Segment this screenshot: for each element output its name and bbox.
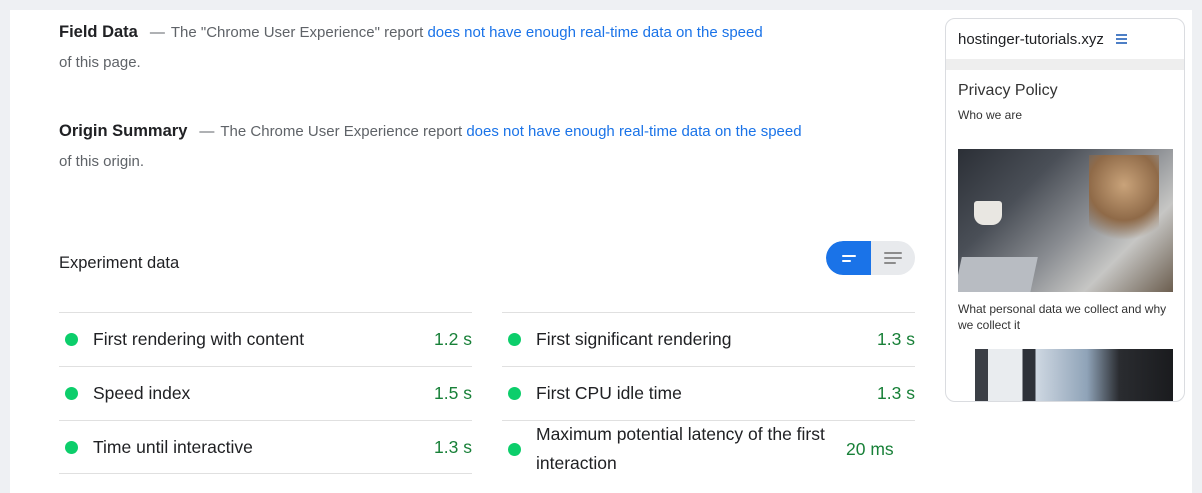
preview-header-band	[946, 59, 1184, 70]
origin-summary-section: Origin Summary — The Chrome User Experienc…	[59, 116, 859, 177]
view-toggle	[826, 241, 915, 275]
page: Field Data — The "Chrome User Experience" …	[0, 0, 1202, 493]
origin-summary-text: The Chrome User Experience report	[220, 123, 463, 140]
metric-value: 1.3 s	[434, 436, 472, 457]
pass-indicator-icon	[65, 333, 78, 346]
origin-summary-link[interactable]: does not have enough real-time data on t…	[466, 123, 801, 140]
metric-row[interactable]: Speed index 1.5 s	[59, 366, 472, 420]
metric-value: 1.2 s	[434, 329, 472, 349]
metric-row[interactable]: First significant rendering 1.3 s	[502, 312, 915, 366]
metric-label: Speed index	[93, 383, 191, 403]
metric-label: Time until interactive	[93, 436, 253, 457]
metric-value: 1.5 s	[434, 383, 472, 403]
preview-photo-office-screens	[958, 349, 1173, 401]
pass-indicator-icon	[65, 387, 78, 400]
pass-indicator-icon	[508, 442, 521, 456]
field-data-dash: —	[149, 24, 165, 41]
list-view-icon	[883, 252, 902, 264]
metric-label: First CPU idle time	[536, 383, 682, 403]
experiment-data-title: Experiment data	[59, 254, 180, 272]
field-data-link[interactable]: does not have enough real-time data on t…	[427, 24, 762, 41]
preview-site-name: hostinger-tutorials.xyz	[958, 30, 1104, 48]
metric-row[interactable]: First rendering with content 1.2 s	[59, 312, 472, 366]
summary-view-icon	[841, 254, 856, 262]
metric-row[interactable]: Time until interactive 1.3 s	[59, 420, 472, 474]
metric-value: 20 ms	[846, 438, 894, 459]
mobile-preview: hostinger-tutorials.xyz Privacy Policy W…	[945, 18, 1185, 402]
pass-indicator-icon	[508, 387, 521, 400]
hamburger-menu-icon	[1115, 34, 1127, 44]
pass-indicator-icon	[508, 333, 521, 346]
preview-header: hostinger-tutorials.xyz	[946, 19, 1184, 59]
field-data-text-after: of this page.	[59, 54, 141, 71]
origin-summary-text-after: of this origin.	[59, 153, 145, 170]
preview-paragraph: What personal data we collect and why we…	[958, 302, 1167, 332]
field-data-section: Field Data — The "Chrome User Experience" …	[59, 17, 859, 78]
metric-value: 1.3 s	[877, 329, 915, 349]
metrics-right-column: First significant rendering 1.3 s First …	[502, 312, 915, 477]
preview-photo-people-laptops	[958, 149, 1173, 292]
preview-page-title: Privacy Policy	[958, 82, 1058, 99]
origin-summary-dash: —	[199, 123, 215, 140]
report-card: Field Data — The "Chrome User Experience" …	[10, 10, 1192, 493]
metric-label: First significant rendering	[536, 329, 732, 349]
metric-label: First rendering with content	[93, 329, 305, 349]
preview-subheading: Who we are	[958, 108, 1023, 122]
field-data-text: The "Chrome User Experience" report	[170, 24, 424, 41]
list-view-button[interactable]	[870, 241, 915, 275]
metric-value: 1.3 s	[877, 383, 915, 403]
pass-indicator-icon	[65, 440, 78, 454]
origin-summary-heading: Origin Summary	[59, 122, 188, 140]
summary-view-button[interactable]	[826, 241, 871, 275]
metric-label: Maximum potential latency of the first i…	[536, 424, 825, 473]
field-data-heading: Field Data	[59, 23, 138, 41]
metrics-left-column: First rendering with content 1.2 s Speed…	[59, 312, 472, 474]
metric-row[interactable]: First CPU idle time 1.3 s	[502, 366, 915, 420]
metric-row[interactable]: Maximum potential latency of the first i…	[502, 420, 915, 477]
